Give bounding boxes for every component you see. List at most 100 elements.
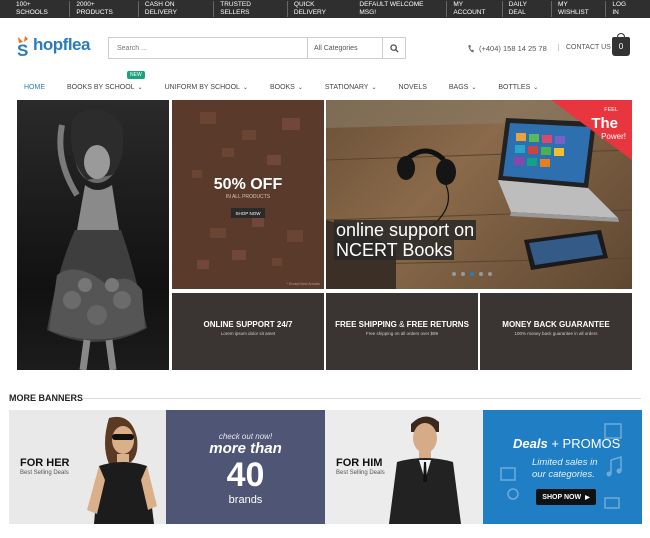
- corner-power: Power!: [601, 132, 626, 141]
- nav-bottles[interactable]: Bottles ⌄: [498, 84, 538, 91]
- cart-count: 0: [618, 42, 624, 51]
- tile-money-back[interactable]: Money Back Guarantee 100% money back gua…: [480, 293, 632, 370]
- logo-initial: S: [17, 41, 28, 57]
- hero-slider[interactable]: Feel The Power! online support on NCERT …: [326, 100, 632, 289]
- tile-sub: Free shipping on all orders over $99: [365, 331, 439, 336]
- tile-title: Free Shipping & Free Returns: [326, 320, 478, 329]
- slider-dot-active[interactable]: [470, 272, 474, 276]
- for-her-title: For Her: [20, 457, 70, 469]
- nav-books-by-school-label: Books By School: [67, 83, 135, 91]
- chevron-down-icon: ⌄: [137, 84, 143, 91]
- sale-note: * Except New Arrivals: [286, 282, 320, 286]
- chevron-down-icon: ⌄: [533, 84, 539, 91]
- chevron-down-icon: ⌄: [297, 84, 303, 91]
- main-nav: Home Books By School ⌄ New Uniform By Scho…: [0, 70, 650, 100]
- new-badge: New: [127, 70, 145, 79]
- brands-banner[interactable]: check out now! more than 40 brands: [166, 410, 325, 524]
- slider-line-2: NCERT Books: [334, 240, 455, 260]
- promo-line-2: our categories.: [532, 469, 595, 480]
- topbar-cod[interactable]: Cash on delivery: [139, 1, 215, 17]
- nav-books-by-school[interactable]: Books By School ⌄ New: [67, 70, 145, 91]
- logo-text: hopflea: [33, 35, 90, 54]
- slider-line-1: online support on: [334, 220, 477, 240]
- brands-number: 40: [226, 456, 265, 494]
- sale-sub: In all products: [225, 194, 271, 200]
- nav-stationary[interactable]: Stationary ⌄: [325, 84, 377, 91]
- tile-title-amp: &: [396, 320, 407, 329]
- top-bar-left: 100+ Schools 2000+ Products Cash on deli…: [10, 1, 353, 17]
- tile-title-a: Free Shipping: [335, 320, 397, 329]
- nav-uniform-by-school[interactable]: Uniform By School ⌄: [165, 84, 248, 91]
- phone-text: (+404) 158 14 25 78: [479, 44, 547, 53]
- search-icon: [389, 43, 399, 53]
- topbar-schools[interactable]: 100+ Schools: [10, 1, 71, 17]
- logo-mark-icon: S: [16, 35, 32, 60]
- topbar-products[interactable]: 2000+ Products: [70, 1, 139, 17]
- for-him-sub: Best Selling Deals: [336, 470, 385, 476]
- logo[interactable]: S hopflea: [16, 35, 90, 60]
- search-button[interactable]: [382, 38, 405, 58]
- slider-dots: [452, 272, 492, 276]
- brands-more-than: more than: [209, 440, 282, 457]
- nav-bags[interactable]: Bags ⌄: [449, 84, 476, 91]
- promo-shop-button[interactable]: Shop Now ▶: [536, 489, 596, 505]
- slider-dot[interactable]: [479, 272, 483, 276]
- fashion-banner[interactable]: [17, 100, 169, 370]
- daily-deal-link[interactable]: Daily Deal: [503, 1, 553, 17]
- nav-home[interactable]: Home: [24, 84, 45, 91]
- category-select[interactable]: All Categories: [307, 38, 382, 58]
- search-input[interactable]: [109, 38, 307, 58]
- cart-button[interactable]: 0: [612, 33, 630, 56]
- topbar-delivery[interactable]: Quick Delivery: [288, 1, 353, 17]
- promo-title-deals: Deals: [513, 436, 548, 451]
- for-her-sub: Best Selling Deals: [20, 470, 69, 476]
- promo-banner[interactable]: Deals + PROMOS Limited sales in our cate…: [483, 410, 642, 524]
- contact-us-link[interactable]: Contact Us: [558, 44, 611, 51]
- chevron-down-icon: ⌄: [471, 84, 477, 91]
- top-bar-right: Default welcome msg! My Account Daily De…: [353, 1, 640, 17]
- slider-dot[interactable]: [461, 272, 465, 276]
- search-bar: All Categories: [108, 37, 406, 59]
- more-banners-title: More Banners: [9, 393, 84, 403]
- nav-novels[interactable]: Novels: [398, 84, 426, 91]
- tile-title: Money Back Guarantee: [502, 320, 610, 329]
- nav-books-label: Books: [269, 83, 295, 91]
- woman-photo: [47, 108, 147, 370]
- for-her-banner[interactable]: For Her Best Selling Deals: [9, 410, 166, 524]
- tile-sub: Lorem ipsum dolor sit amet: [220, 331, 276, 336]
- tile-online-support[interactable]: Online Support 24/7 Lorem ipsum dolor si…: [172, 293, 324, 370]
- nav-books[interactable]: Books ⌄: [270, 84, 303, 91]
- slider-dot[interactable]: [488, 272, 492, 276]
- wishlist-link[interactable]: My Wishlist: [552, 1, 607, 17]
- login-link[interactable]: Log In: [606, 1, 640, 17]
- promo-title-promos: + PROMOS: [547, 436, 621, 451]
- for-him-banner[interactable]: For Him Best Selling Deals: [325, 410, 483, 524]
- header: S hopflea All Categories (+404) 158 14 2…: [0, 18, 650, 74]
- tile-free-shipping[interactable]: Free Shipping & Free Returns Free shippi…: [326, 293, 478, 370]
- nav-bags-label: Bags: [448, 83, 469, 91]
- nav-home-label: Home: [24, 83, 45, 91]
- nav-bottles-label: Bottles: [498, 83, 531, 91]
- tile-title: Online Support 24/7: [203, 320, 293, 329]
- sale-banner[interactable]: 50% OFF In all products Shop Now * Excep…: [172, 100, 324, 289]
- sale-percent: 50% OFF: [213, 176, 283, 193]
- promo-title: Deals + PROMOS: [513, 436, 620, 451]
- slider-photo: [326, 100, 632, 289]
- nav-uniform-label: Uniform By School: [164, 83, 240, 91]
- chevron-down-icon: ⌄: [242, 84, 248, 91]
- caret-right-icon: ▶: [585, 494, 590, 501]
- nav-novels-label: Novels: [398, 83, 427, 91]
- topbar-trusted[interactable]: Trusted Sellers: [214, 1, 288, 17]
- slider-dot[interactable]: [452, 272, 456, 276]
- my-account-link[interactable]: My Account: [447, 1, 503, 17]
- tile-sub: 100% money back guarantee in all orders: [514, 331, 598, 336]
- tile-title-b: Free Returns: [406, 320, 469, 329]
- chevron-down-icon: ⌄: [371, 84, 377, 91]
- top-bar: 100+ Schools 2000+ Products Cash on deli…: [0, 0, 650, 18]
- divider: [82, 398, 641, 399]
- phone-icon: [468, 44, 474, 52]
- for-him-title: For Him: [336, 457, 383, 469]
- sale-shop-button[interactable]: Shop Now: [231, 208, 265, 218]
- promo-shop-label: Shop Now: [542, 493, 582, 501]
- corner-the: The: [591, 115, 618, 132]
